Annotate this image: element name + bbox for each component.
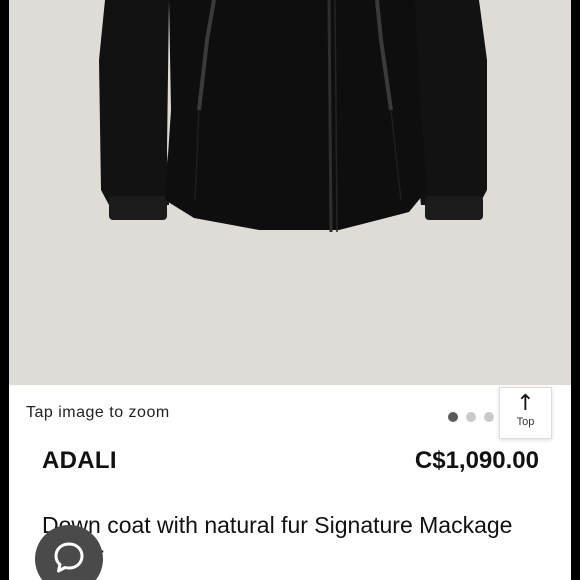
product-image[interactable] bbox=[9, 0, 571, 385]
carousel-dot[interactable] bbox=[484, 412, 494, 422]
product-page: Tap image to zoom ↑ Top ADALI C$1,090.00… bbox=[9, 0, 571, 580]
product-name: ADALI bbox=[42, 447, 117, 474]
top-button-label: Top bbox=[516, 416, 535, 428]
zoom-hint: Tap image to zoom bbox=[26, 404, 170, 421]
coat-image bbox=[99, 0, 487, 233]
product-price: C$1,090.00 bbox=[414, 447, 539, 474]
arrow-up-icon: ↑ bbox=[516, 391, 535, 416]
carousel-dot[interactable] bbox=[448, 412, 458, 422]
chat-bubble-icon bbox=[54, 542, 84, 573]
carousel-dot[interactable] bbox=[466, 412, 476, 422]
product-description-line: Down coat with natural fur Signature Mac… bbox=[42, 512, 513, 538]
scroll-to-top-button[interactable]: ↑ Top bbox=[499, 387, 552, 439]
product-description: Down coat with natural fur Signature Mac… bbox=[42, 510, 542, 570]
